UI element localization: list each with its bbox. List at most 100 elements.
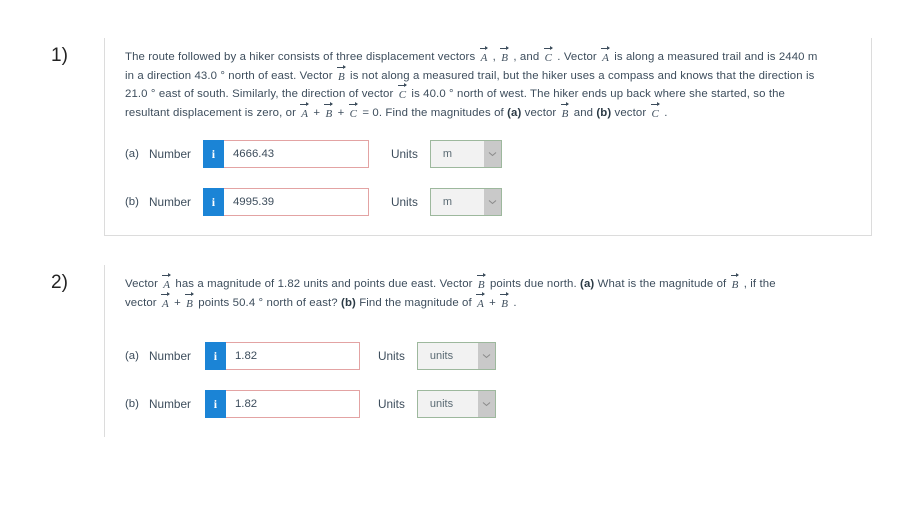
number-label: Number <box>149 349 191 364</box>
vector-letter: B <box>561 107 569 120</box>
vector-letter: B <box>477 279 485 291</box>
vector-letter: A <box>163 279 171 291</box>
number-answer-field: i <box>202 188 369 217</box>
vector-letter: B <box>337 70 345 83</box>
answer-rows: (a)NumberiUnitsm(b)NumberiUnitsm <box>125 139 871 217</box>
problem-body: The route followed by a hiker consists o… <box>104 38 872 237</box>
vector-letter: C <box>398 89 407 102</box>
vector-letter: A <box>602 52 609 64</box>
vector-arrow-icon <box>161 272 172 278</box>
vector-letter: C <box>651 107 659 120</box>
vector-symbol-a: A <box>299 101 310 120</box>
vector-arrow-icon <box>479 45 490 51</box>
vector-symbol-c: C <box>650 101 661 120</box>
vector-letter: A <box>301 107 309 120</box>
vector-symbol-b: B <box>499 46 510 64</box>
vector-arrow-icon <box>476 272 487 278</box>
vector-letter: A <box>477 297 484 310</box>
vector-letter: B <box>186 297 193 310</box>
chevron-down-icon[interactable] <box>477 343 495 370</box>
vector-symbol-c: C <box>397 83 408 102</box>
answer-rows: (a)NumberiUnitsunits(b)NumberiUnitsunits <box>125 341 804 419</box>
question-emphasis: (b) <box>341 296 356 309</box>
vector-arrow-icon <box>323 101 334 107</box>
vector-letter: B <box>501 52 509 64</box>
vector-symbol-b: B <box>730 273 741 291</box>
number-label: Number <box>149 195 191 210</box>
problem-body: Vector A has a magnitude of 1.82 units a… <box>104 265 804 438</box>
vector-symbol-c: C <box>543 46 554 64</box>
vector-arrow-icon <box>348 101 359 107</box>
vector-arrow-icon <box>160 291 171 297</box>
answer-part-letter: (a) <box>125 350 139 363</box>
units-select[interactable]: units <box>416 342 496 371</box>
info-icon[interactable]: i <box>202 188 224 217</box>
units-select-value: units <box>429 350 454 363</box>
vector-symbol-b: B <box>499 291 510 310</box>
vector-letter: A <box>480 52 488 64</box>
chevron-down-icon[interactable] <box>477 391 495 418</box>
units-select-value: m <box>442 148 453 161</box>
units-label: Units <box>390 147 418 162</box>
answer-part-letter: (b) <box>125 196 139 209</box>
vector-symbol-c: C <box>348 101 359 120</box>
info-icon[interactable]: i <box>204 390 226 419</box>
question-text: Vector A has a magnitude of 1.82 units a… <box>125 265 785 312</box>
units-label: Units <box>390 195 418 210</box>
vector-arrow-icon <box>397 82 408 88</box>
units-select[interactable]: m <box>429 140 502 169</box>
vector-symbol-b: B <box>336 64 347 83</box>
answer-row: (b) Numberi Units units <box>125 389 804 419</box>
vector-letter: B <box>731 279 739 291</box>
vector-arrow-icon <box>499 291 510 297</box>
units-select[interactable]: m <box>429 188 502 217</box>
answer-row: (a) Numberi Units m <box>125 139 871 169</box>
question-text: The route followed by a hiker consists o… <box>125 38 820 122</box>
vector-arrow-icon <box>475 291 486 297</box>
vector-symbol-a: A <box>475 291 486 310</box>
vector-letter: B <box>325 107 333 120</box>
answer-part-letter: (b) <box>125 398 139 411</box>
problem-number-label: 1) <box>51 45 68 66</box>
chevron-down-icon[interactable] <box>483 189 501 216</box>
answer-part-letter: (a) <box>125 148 139 161</box>
units-select-value: m <box>442 196 453 209</box>
vector-symbol-a: A <box>160 291 171 310</box>
number-answer-field: i <box>204 390 360 419</box>
vector-arrow-icon <box>543 45 554 51</box>
vector-symbol-b: B <box>476 273 487 291</box>
vector-letter: B <box>501 297 509 310</box>
vector-symbol-b: B <box>184 291 195 310</box>
vector-symbol-b: B <box>323 101 334 120</box>
chevron-down-icon[interactable] <box>483 141 501 168</box>
vector-arrow-icon <box>650 101 661 107</box>
vector-arrow-icon <box>299 101 310 107</box>
number-input[interactable] <box>223 188 369 217</box>
vector-arrow-icon <box>600 45 611 51</box>
number-input[interactable] <box>225 342 360 371</box>
vector-letter: A <box>161 297 169 310</box>
info-icon[interactable]: i <box>204 342 226 371</box>
question-emphasis: (a) <box>507 106 522 119</box>
answer-row: (a) Numberi Units units <box>125 341 804 371</box>
units-label: Units <box>377 349 405 364</box>
number-answer-field: i <box>204 342 360 371</box>
vector-symbol-a: A <box>479 46 490 64</box>
vector-arrow-icon <box>560 101 571 107</box>
number-input[interactable] <box>223 140 369 169</box>
number-input[interactable] <box>225 390 360 419</box>
vector-letter: C <box>349 107 358 120</box>
number-label: Number <box>149 397 191 412</box>
question-emphasis: (b) <box>596 106 612 119</box>
vector-symbol-a: A <box>600 46 611 64</box>
vector-arrow-icon <box>336 64 347 70</box>
units-select-value: units <box>429 398 454 411</box>
vector-symbol-a: A <box>161 273 172 291</box>
vector-letter: C <box>544 52 553 64</box>
number-label: Number <box>149 147 191 162</box>
number-answer-field: i <box>202 140 369 169</box>
vector-arrow-icon <box>184 291 195 297</box>
units-select[interactable]: units <box>416 390 496 419</box>
info-icon[interactable]: i <box>202 140 224 169</box>
units-label: Units <box>377 397 405 412</box>
